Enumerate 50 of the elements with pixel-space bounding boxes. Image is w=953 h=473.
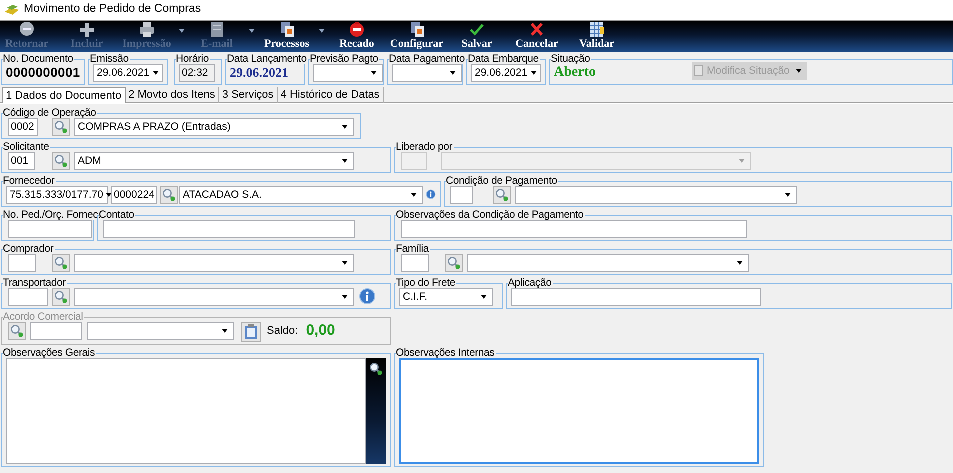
time-field[interactable]: 02:32	[179, 64, 215, 82]
field-label: Fornecedor	[3, 176, 56, 186]
dropdown[interactable]: ADM	[74, 152, 354, 170]
toolbar-button[interactable]: Salvar	[447, 21, 507, 52]
text-field[interactable]: 0002	[8, 118, 38, 136]
field-label: Situação	[551, 54, 592, 64]
saldo-label: Saldo:	[267, 325, 298, 338]
tab[interactable]: 1 Dados do Documento	[2, 87, 126, 103]
status-text: Aberto	[554, 64, 597, 82]
field-label: Emissão	[90, 54, 130, 64]
toolbar-button[interactable]: Processos	[257, 21, 327, 52]
document-number: 0000000001	[6, 65, 80, 81]
field-label: Observações Internas	[396, 348, 496, 358]
tab[interactable]: 4 Histórico de Datas	[278, 87, 384, 103]
field-label: Data Lançamento	[227, 54, 308, 64]
field-label: No. Documento	[3, 54, 74, 64]
field-label: Acordo Comercial	[3, 312, 84, 322]
field-label: Comprador	[3, 244, 55, 254]
dropdown[interactable]: COMPRAS A PRAZO (Entradas)	[74, 118, 354, 136]
saldo-value: 0,00	[306, 322, 336, 340]
toolbar-button[interactable]: Recado	[327, 21, 387, 52]
date-dropdown[interactable]: 29.06.2021	[471, 64, 541, 82]
field-label: Observações Gerais	[3, 348, 96, 358]
field-label: Condição de Pagamento	[446, 176, 558, 186]
field-label: Liberado por	[396, 142, 454, 152]
date-dropdown[interactable]: 29.06.2021	[93, 64, 163, 82]
field-label: Horário	[176, 54, 210, 64]
dropdown[interactable]: 75.315.333/0177.70	[6, 186, 108, 204]
launch-date: 29.06.2021	[230, 65, 288, 81]
toolbar-button[interactable]: Cancelar	[507, 21, 567, 52]
toolbar-button[interactable]: Configurar	[387, 21, 447, 52]
dropdown[interactable]: C.I.F.	[399, 288, 493, 306]
tab[interactable]: 3 Serviços	[219, 87, 278, 103]
text-field[interactable]: 0000224	[111, 186, 157, 204]
dropdown[interactable]: ATACADAO S.A.	[179, 186, 423, 204]
field-label: Previsão Pagto	[310, 54, 380, 64]
field-label: Data Embarque	[468, 54, 540, 64]
field-label: Código de Operação	[3, 108, 98, 118]
tab[interactable]: 2 Movto dos Itens	[126, 87, 220, 103]
field-label: Solicitante	[3, 142, 50, 152]
toolbar-button[interactable]: Validar	[567, 21, 627, 52]
field-label: Data Pagamento	[389, 54, 466, 64]
field-label: Transportador	[3, 278, 67, 288]
field-label: Família	[396, 244, 430, 254]
field-label: Observações da Condição de Pagamento	[396, 210, 585, 220]
window-title: Movimento de Pedido de Compras	[24, 3, 202, 17]
field-label: Contato	[99, 210, 136, 220]
text-field[interactable]: 001	[8, 152, 35, 170]
field-label: Aplicação	[508, 278, 553, 288]
field-label: Tipo do Frete	[396, 278, 456, 288]
